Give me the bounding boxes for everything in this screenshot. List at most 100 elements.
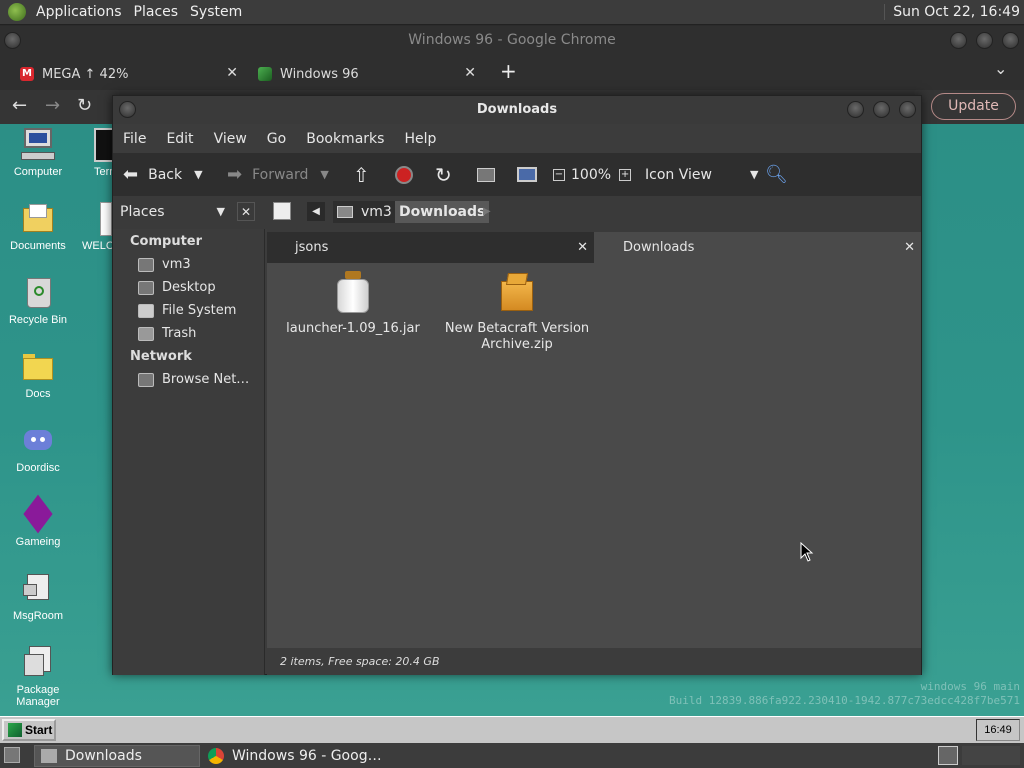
desktop-icon-doordisc[interactable]: Doordisc: [0, 424, 76, 474]
tab-downloads[interactable]: Downloads ✕: [594, 232, 921, 263]
zoom-in-icon[interactable]: +: [619, 168, 632, 181]
workspace-switcher[interactable]: [938, 746, 958, 765]
taskbar-item-downloads[interactable]: Downloads: [34, 745, 200, 767]
chrome-titlebar: Windows 96 - Google Chrome: [0, 26, 1024, 55]
home-folder-icon: [138, 257, 154, 272]
tab-jsons[interactable]: jsons ✕: [267, 232, 594, 263]
desktop-icon-terminal[interactable]: Term: [66, 128, 114, 178]
close-tab-icon[interactable]: ✕: [464, 65, 476, 81]
desktop-icon-welcome[interactable]: WELC: [66, 202, 114, 252]
jar-icon: [335, 271, 371, 315]
trash-icon: [138, 326, 154, 341]
tab-label: MEGA ↑ 42%: [42, 66, 129, 82]
minimize-button[interactable]: [950, 32, 967, 49]
update-button[interactable]: Update ⋮: [931, 93, 1024, 120]
path-button-downloads[interactable]: Downloads: [395, 201, 490, 223]
up-arrow-icon[interactable]: ⇧: [353, 153, 370, 196]
desktop-icon-msgroom[interactable]: MsgRoom: [0, 572, 76, 622]
path-left-arrow-icon[interactable]: ◀: [307, 202, 325, 221]
back-button[interactable]: ⬅ Back ▼: [123, 153, 203, 196]
sidebar-item-browse-network[interactable]: Browse Net…: [138, 372, 249, 387]
menu-help[interactable]: Help: [394, 131, 446, 147]
home-icon[interactable]: [477, 153, 495, 196]
zoom-out-icon[interactable]: −: [553, 168, 565, 181]
places-menu[interactable]: Places: [128, 4, 185, 20]
desktop-icon-computer[interactable]: Computer: [0, 128, 76, 178]
reload-icon[interactable]: ↻: [435, 153, 452, 196]
menu-bookmarks[interactable]: Bookmarks: [296, 131, 394, 147]
tab-search-chevron-icon[interactable]: ⌄: [994, 59, 1007, 78]
file-item-betacraft-zip[interactable]: New Betacraft Version Archive.zip: [443, 271, 591, 353]
path-right-arrow-icon[interactable]: ▶: [483, 202, 491, 221]
tab-mega[interactable]: M MEGA ↑ 42% ✕: [0, 58, 246, 90]
close-tab-icon[interactable]: ✕: [904, 232, 915, 263]
system-menu[interactable]: System: [184, 4, 248, 20]
computer-icon: [21, 128, 55, 162]
window-menu-button[interactable]: [4, 32, 21, 49]
desktop-icon-docs[interactable]: Docs: [0, 350, 76, 400]
close-sidebar-icon[interactable]: ✕: [237, 202, 255, 221]
desktop-icon-gameing[interactable]: Gameing: [0, 494, 76, 548]
view-mode-select[interactable]: Icon View ▼: [645, 153, 758, 196]
zoom-control[interactable]: − 100% +: [553, 153, 632, 196]
file-manager-toolbar: ⬅ Back ▼ ➡ Forward ▼ ⇧ ↻ − 100% + Icon V…: [113, 153, 921, 196]
mega-icon: M: [20, 67, 34, 81]
close-button[interactable]: [899, 101, 916, 118]
bottom-panel: Downloads Windows 96 - Goog…: [0, 743, 1024, 768]
search-icon[interactable]: 🔍︎: [765, 153, 788, 196]
menu-file[interactable]: File: [113, 131, 156, 147]
stop-icon[interactable]: [395, 153, 413, 196]
sidebar-item-trash[interactable]: Trash: [138, 326, 196, 341]
show-desktop-icon[interactable]: [4, 747, 20, 763]
terminal-icon: [94, 128, 114, 162]
forward-dropdown-icon[interactable]: ▼: [320, 168, 328, 181]
recycle-bin-icon: [21, 276, 55, 310]
edit-location-icon[interactable]: [273, 202, 291, 220]
desktop-folder-icon: [138, 280, 154, 295]
tab-windows96[interactable]: Windows 96 ✕: [238, 58, 484, 90]
forward-arrow-icon: ➡: [227, 164, 243, 185]
maximize-button[interactable]: [976, 32, 993, 49]
menu-edit[interactable]: Edit: [156, 131, 203, 147]
win96-taskbar: Start 16:49: [0, 716, 1024, 743]
window-menu-button[interactable]: [119, 101, 136, 118]
desktop-icon-documents[interactable]: Documents: [0, 202, 76, 252]
menu-go[interactable]: Go: [257, 131, 296, 147]
sidebar-type-select[interactable]: Places ▼: [117, 201, 231, 223]
taskbar-item-chrome[interactable]: Windows 96 - Goog…: [202, 745, 402, 767]
win96-clock: 16:49: [976, 719, 1020, 741]
new-tab-button[interactable]: +: [500, 59, 517, 83]
close-tab-icon[interactable]: ✕: [226, 65, 238, 81]
reload-icon[interactable]: ↻: [77, 95, 92, 116]
more-menu-icon[interactable]: ⋮: [1019, 94, 1024, 119]
network-icon: [138, 372, 154, 387]
computer-icon[interactable]: [517, 153, 537, 196]
forward-button[interactable]: ➡ Forward ▼: [227, 153, 329, 196]
minimize-button[interactable]: [847, 101, 864, 118]
panel-clock[interactable]: Sun Oct 22, 16:49: [884, 4, 1020, 20]
applications-menu[interactable]: Applications: [30, 4, 128, 20]
menu-view[interactable]: View: [204, 131, 257, 147]
file-view[interactable]: jsons ✕ Downloads ✕ launcher-1.09_16.jar…: [267, 229, 921, 648]
chevron-down-icon: ▼: [216, 205, 225, 218]
workspace-switcher-empty[interactable]: [962, 746, 1020, 765]
back-arrow-icon[interactable]: ←: [12, 95, 27, 116]
sidebar-item-vm3[interactable]: vm3: [138, 257, 191, 272]
package-manager-icon: [21, 646, 55, 680]
gnome-foot-icon[interactable]: [8, 3, 26, 21]
chrome-window-title: Windows 96 - Google Chrome: [408, 32, 616, 48]
file-item-launcher-jar[interactable]: launcher-1.09_16.jar: [283, 271, 423, 337]
path-button-vm3[interactable]: vm3: [333, 201, 398, 223]
close-tab-icon[interactable]: ✕: [577, 232, 588, 263]
close-button[interactable]: [1002, 32, 1019, 49]
chevron-down-icon: ▼: [749, 168, 759, 181]
sidebar-item-desktop[interactable]: Desktop: [138, 280, 216, 295]
sidebar-item-file-system[interactable]: File System: [138, 303, 236, 318]
start-button[interactable]: Start: [2, 719, 56, 741]
forward-arrow-icon[interactable]: →: [45, 95, 60, 116]
back-dropdown-icon[interactable]: ▼: [194, 168, 202, 181]
desktop-icon-package-manager[interactable]: Package Manager: [0, 646, 76, 708]
maximize-button[interactable]: [873, 101, 890, 118]
status-bar: 2 items, Free space: 20.4 GB: [267, 648, 921, 675]
desktop-icon-recycle-bin[interactable]: Recycle Bin: [0, 276, 76, 326]
